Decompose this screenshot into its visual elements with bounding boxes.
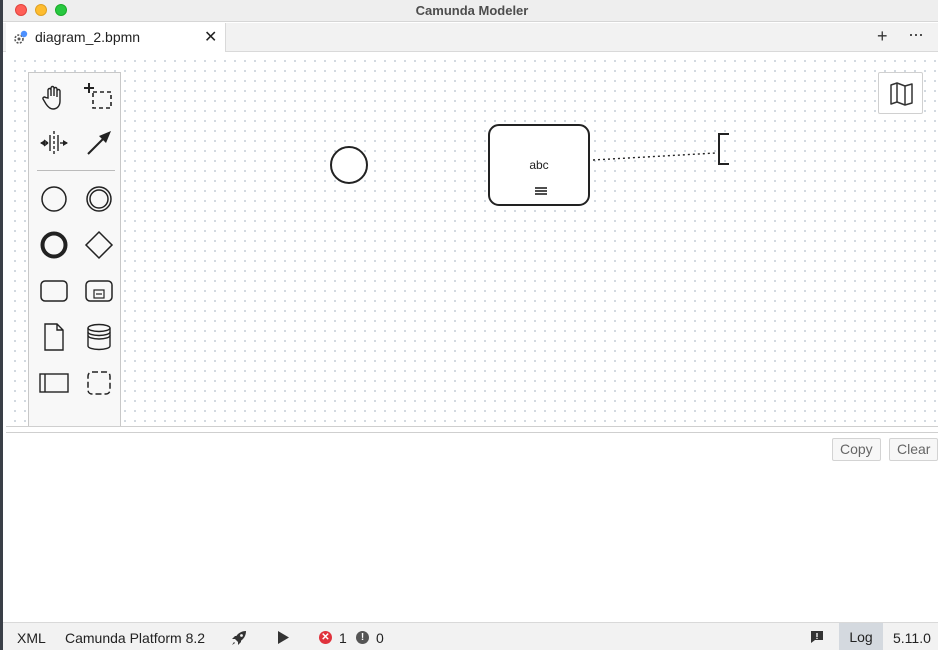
- status-bar: XML Camunda Platform 8.2 ✕ 1 ! 0 Log 5.1…: [3, 622, 938, 650]
- error-count[interactable]: 1: [339, 630, 347, 646]
- unsaved-dot-icon: [20, 30, 28, 38]
- diagram-layer: abc: [330, 124, 729, 206]
- association-line[interactable]: [592, 152, 717, 161]
- data-object-icon[interactable]: [38, 321, 70, 353]
- more-options-button[interactable]: ···: [908, 24, 924, 45]
- deploy-rocket-icon[interactable]: [230, 629, 248, 647]
- gateway-icon[interactable]: [83, 229, 115, 261]
- group-icon[interactable]: [83, 367, 115, 399]
- execution-platform-button[interactable]: Camunda Platform 8.2: [65, 630, 205, 646]
- lasso-tool-icon[interactable]: [83, 81, 115, 113]
- end-event-icon[interactable]: [38, 229, 70, 261]
- space-tool-icon[interactable]: [38, 127, 70, 159]
- text-annotation[interactable]: [718, 133, 729, 165]
- task-label: abc: [529, 158, 548, 172]
- warning-icon[interactable]: !: [356, 631, 369, 644]
- tab-bar: diagram_2.bpmn ✕ + ···: [3, 23, 938, 52]
- new-tab-button[interactable]: +: [877, 26, 888, 47]
- map-icon: [890, 82, 913, 106]
- intermediate-event-icon[interactable]: [83, 183, 115, 215]
- log-clear-button[interactable]: Clear: [889, 438, 938, 461]
- log-copy-button[interactable]: Copy: [832, 438, 881, 461]
- version-label[interactable]: 5.11.0: [893, 630, 931, 646]
- task-icon[interactable]: [38, 275, 70, 307]
- tab-label: diagram_2.bpmn: [35, 29, 141, 45]
- window-title: Camunda Modeler: [415, 3, 529, 18]
- title-bar: Camunda Modeler: [3, 0, 938, 22]
- tab-close-icon[interactable]: ✕: [204, 27, 217, 47]
- hand-tool-icon[interactable]: [38, 81, 70, 113]
- app-window: Camunda Modeler diagram_2.bpmn ✕ + ··· a…: [0, 0, 938, 650]
- start-instance-play-icon[interactable]: [277, 631, 289, 644]
- xml-view-button[interactable]: XML: [17, 630, 46, 646]
- bpmn-canvas[interactable]: abc: [6, 52, 938, 427]
- feedback-icon[interactable]: [810, 630, 824, 644]
- error-icon[interactable]: ✕: [319, 631, 332, 644]
- panel-resize-handle[interactable]: [6, 426, 938, 433]
- bpmn-file-icon: [14, 30, 28, 44]
- log-panel: Copy Clear: [6, 433, 938, 622]
- pool-icon[interactable]: [38, 367, 70, 399]
- start-event-icon[interactable]: [38, 183, 70, 215]
- start-event[interactable]: [330, 146, 368, 184]
- tab-diagram[interactable]: diagram_2.bpmn ✕: [6, 23, 226, 52]
- data-store-icon[interactable]: [83, 321, 115, 353]
- warning-count[interactable]: 0: [376, 630, 384, 646]
- log-toggle-button[interactable]: Log: [839, 623, 883, 650]
- subprocess-icon[interactable]: [83, 275, 115, 307]
- palette: [28, 72, 121, 427]
- palette-separator: [37, 170, 115, 171]
- minimap-toggle-button[interactable]: [878, 72, 923, 114]
- connect-tool-icon[interactable]: [83, 127, 115, 159]
